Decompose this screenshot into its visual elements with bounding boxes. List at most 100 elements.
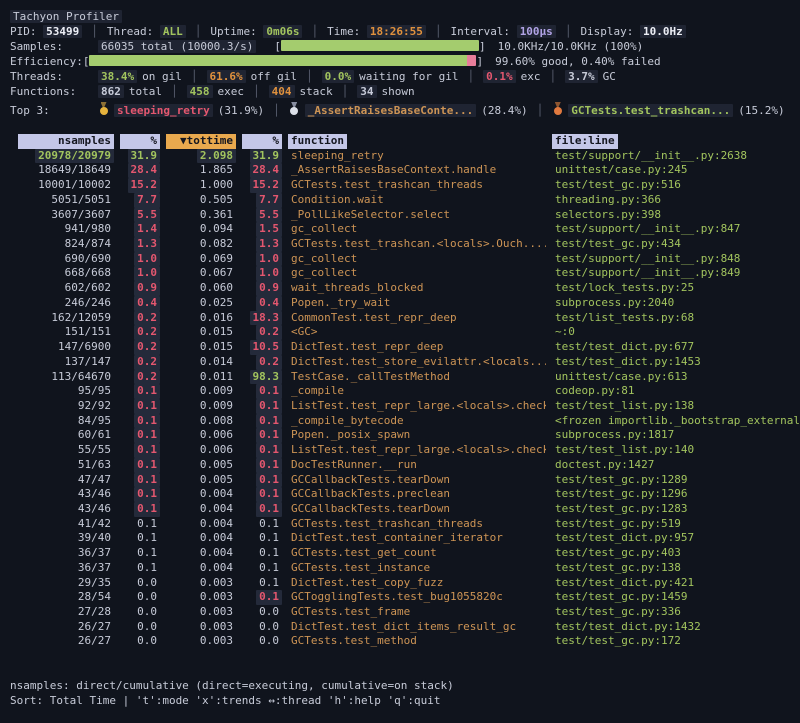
nsamples-cell-value: 43/46 [75, 487, 114, 502]
file-line-cell: test/test_gc.py:172 [552, 634, 800, 649]
table-row[interactable]: 668/6681.00.0671.0gc_collecttest/support… [10, 266, 800, 281]
column-header-2[interactable]: ▼tottime [166, 134, 236, 149]
table-row[interactable]: 41/420.10.0040.1GCTests.test_trashcan_th… [10, 517, 800, 532]
samples-bar-open: [ [274, 40, 281, 53]
table-row[interactable]: 941/9801.40.0941.5gc_collecttest/support… [10, 222, 800, 237]
table-row[interactable]: 28/540.00.0030.1GCTogglingTests.test_bug… [10, 590, 800, 605]
table-row[interactable]: 26/270.00.0030.0DictTest.test_dict_items… [10, 620, 800, 635]
table-row[interactable]: 47/470.10.0050.1GCCallbackTests.tearDown… [10, 473, 800, 488]
percent-direct-cell-value: 0.1 [134, 399, 160, 414]
table-row[interactable]: 10001/1000215.21.00015.2GCTests.test_tra… [10, 178, 800, 193]
threads-stats-value: 61.6% [207, 70, 246, 83]
tottime-cell-value: 0.004 [197, 487, 236, 502]
function-cell-value: GCCallbackTests.tearDown [288, 473, 453, 488]
table-row[interactable]: 95/950.10.0090.1_compilecodeop.py:81 [10, 384, 800, 399]
table-row[interactable]: 3607/36075.50.3615.5_PollLikeSelector.se… [10, 208, 800, 223]
table-row[interactable]: 151/1510.20.0150.2<GC>~:0 [10, 325, 800, 340]
table-row[interactable]: 51/630.10.0050.1DocTestRunner.__rundocte… [10, 458, 800, 473]
percent-cumulative-cell-value: 15.2 [250, 178, 283, 193]
table-row[interactable]: 113/646700.20.01198.3TestCase._callTestM… [10, 370, 800, 385]
percent-direct-cell: 1.4 [120, 222, 160, 237]
table-row[interactable]: 27/280.00.0030.0GCTests.test_frametest/t… [10, 605, 800, 620]
tottime-cell: 0.015 [166, 325, 236, 340]
percent-cumulative-cell-value: 0.1 [256, 384, 282, 399]
percent-cumulative-cell: 1.0 [242, 266, 282, 281]
percent-direct-cell: 0.1 [120, 473, 160, 488]
function-cell: sleeping_retry [288, 149, 546, 164]
tottime-cell: 0.505 [166, 193, 236, 208]
table-row[interactable]: 55/550.10.0060.1ListTest.test_repr_large… [10, 443, 800, 458]
percent-cumulative-cell-value: 7.7 [256, 193, 282, 208]
column-header-3[interactable]: % [242, 134, 282, 149]
tottime-cell: 0.094 [166, 222, 236, 237]
top3-percent: (31.9%) [218, 104, 264, 117]
function-cell-value: DictTest.test_container_iterator [288, 531, 506, 546]
file-line-cell-value: test/test_list.py:140 [552, 443, 697, 458]
column-header-5[interactable]: file:line [552, 134, 618, 149]
table-row[interactable]: 20978/2097931.92.09831.9sleeping_retryte… [10, 149, 800, 164]
function-cell-value: DictTest.test_copy_fuzz [288, 576, 446, 591]
nsamples-cell-value: 55/55 [75, 443, 114, 458]
table-row[interactable]: 92/920.10.0090.1ListTest.test_repr_large… [10, 399, 800, 414]
tottime-cell-value: 0.009 [197, 384, 236, 399]
column-header-4[interactable]: function [288, 134, 347, 149]
file-line-cell-value: ~:0 [552, 325, 578, 340]
percent-cumulative-cell-value: 0.2 [256, 325, 282, 340]
percent-direct-cell-value: 0.1 [134, 502, 160, 517]
nsamples-cell-value: 36/37 [75, 546, 114, 561]
percent-cumulative-cell-value: 31.9 [250, 149, 283, 164]
table-row[interactable]: 246/2460.40.0250.4Popen._try_waitsubproc… [10, 296, 800, 311]
table-row[interactable]: 26/270.00.0030.0GCTests.test_methodtest/… [10, 634, 800, 649]
percent-cumulative-cell-value: 5.5 [256, 208, 282, 223]
table-row[interactable]: 137/1470.20.0140.2DictTest.test_store_ev… [10, 355, 800, 370]
table-row[interactable]: 36/370.10.0040.1GCTests.test_instancetes… [10, 561, 800, 576]
table-row[interactable]: 84/950.10.0080.1_compile_bytecode<frozen… [10, 414, 800, 429]
column-header-1[interactable]: % [120, 134, 160, 149]
threads-stats-value: 3.7% [565, 70, 598, 83]
table-row[interactable]: 29/350.00.0030.1DictTest.test_copy_fuzzt… [10, 576, 800, 591]
tottime-cell: 0.004 [166, 546, 236, 561]
table-row[interactable]: 43/460.10.0040.1GCCallbackTests.tearDown… [10, 502, 800, 517]
tottime-cell-value: 0.008 [197, 414, 236, 429]
percent-cumulative-cell: 1.3 [242, 237, 282, 252]
file-line-cell: test/test_dict.py:421 [552, 576, 800, 591]
percent-direct-cell-value: 0.2 [134, 311, 160, 326]
thread-value[interactable]: ALL [160, 25, 186, 38]
nsamples-cell: 84/95 [18, 414, 114, 429]
file-line-cell-value: subprocess.py:1817 [552, 428, 677, 443]
file-line-cell: test/test_gc.py:519 [552, 517, 800, 532]
table-row[interactable]: 5051/50517.70.5057.7Condition.waitthread… [10, 193, 800, 208]
table-row[interactable]: 39/400.10.0040.1DictTest.test_container_… [10, 531, 800, 546]
percent-direct-cell-value: 0.2 [134, 325, 160, 340]
percent-cumulative-cell-value: 0.1 [256, 487, 282, 502]
table-row[interactable]: 43/460.10.0040.1GCCallbackTests.preclean… [10, 487, 800, 502]
percent-cumulative-cell: 0.0 [242, 620, 282, 635]
percent-cumulative-cell: 0.9 [242, 281, 282, 296]
nsamples-cell-value: 92/92 [75, 399, 114, 414]
tottime-cell: 0.004 [166, 502, 236, 517]
function-cell: DictTest.test_container_iterator [288, 531, 546, 546]
percent-direct-cell: 0.0 [120, 634, 160, 649]
percent-direct-cell: 7.7 [120, 193, 160, 208]
nsamples-cell-value: 39/40 [75, 531, 114, 546]
table-row[interactable]: 162/120590.20.01618.3CommonTest.test_rep… [10, 311, 800, 326]
table-row[interactable]: 690/6901.00.0691.0gc_collecttest/support… [10, 252, 800, 267]
percent-cumulative-cell-value: 0.0 [256, 634, 282, 649]
table-row[interactable]: 824/8741.30.0821.3GCTests.test_trashcan.… [10, 237, 800, 252]
silver-medal-icon [289, 102, 300, 116]
table-row[interactable]: 18649/1864928.41.86528.4_AssertRaisesBas… [10, 163, 800, 178]
table-row[interactable]: 36/370.10.0040.1GCTests.test_get_countte… [10, 546, 800, 561]
file-line-cell-value: test/test_gc.py:516 [552, 178, 684, 193]
table-row[interactable]: 147/69000.20.01510.5DictTest.test_repr_d… [10, 340, 800, 355]
table-row[interactable]: 602/6020.90.0600.9wait_threads_blockedte… [10, 281, 800, 296]
table-row[interactable]: 60/610.10.0060.1Popen._posix_spawnsubpro… [10, 428, 800, 443]
file-line-cell: subprocess.py:2040 [552, 296, 800, 311]
function-cell-value: TestCase._callTestMethod [288, 370, 453, 385]
percent-direct-cell: 0.4 [120, 296, 160, 311]
function-cell-value: GCCallbackTests.preclean [288, 487, 453, 502]
percent-direct-cell-value: 0.1 [134, 458, 160, 473]
column-label: nsamples [18, 134, 114, 149]
function-cell: <GC> [288, 325, 546, 340]
column-header-0[interactable]: nsamples [18, 134, 114, 149]
interval-value: 100µs [517, 25, 556, 38]
